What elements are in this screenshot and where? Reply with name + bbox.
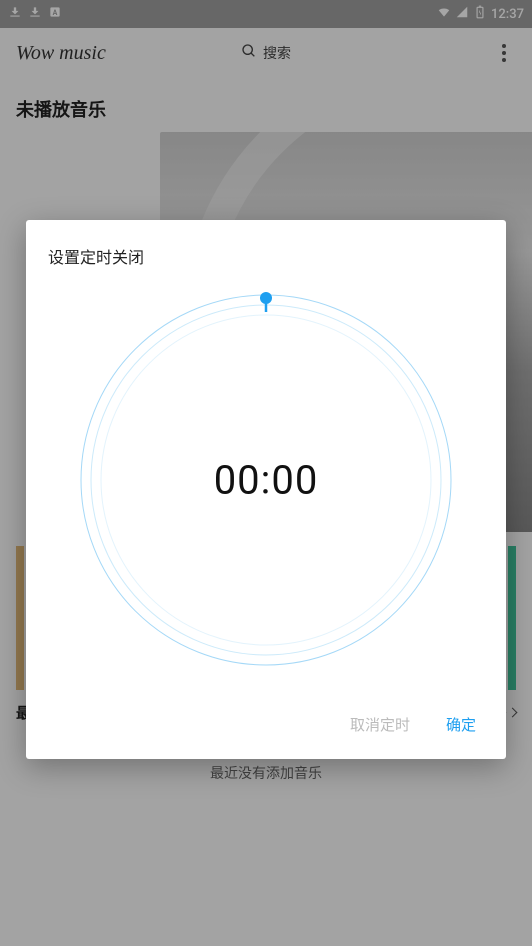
confirm-button[interactable]: 确定 [442,708,480,741]
dialog-title: 设置定时关闭 [48,244,484,268]
dialog-actions: 取消定时 确定 [48,702,484,745]
timer-dial[interactable]: 00:00 [74,288,458,672]
cancel-timer-button[interactable]: 取消定时 [346,708,414,741]
timer-value: 00:00 [214,457,319,504]
sleep-timer-dialog: 设置定时关闭 00:00 取消定时 确定 [26,220,506,759]
